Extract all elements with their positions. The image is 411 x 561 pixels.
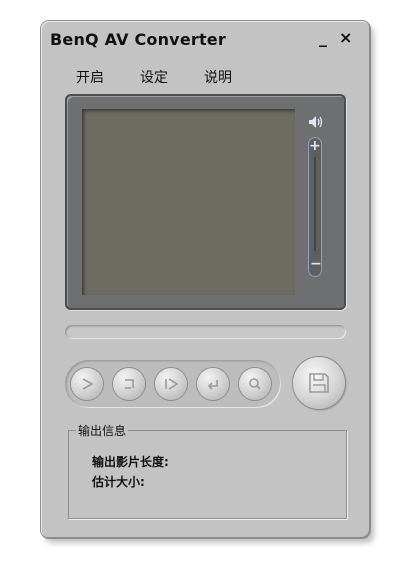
floppy-icon — [309, 373, 329, 393]
volume-groove — [314, 157, 316, 251]
speaker-icon[interactable] — [308, 115, 324, 129]
output-length-label: 输出影片长度: — [92, 455, 169, 469]
video-frame: + − — [65, 94, 346, 310]
search-button[interactable] — [239, 368, 271, 400]
output-info-group: 输出信息 输出影片长度: 估计大小: — [68, 422, 347, 519]
next-icon — [165, 378, 179, 390]
stop-button[interactable] — [113, 368, 145, 400]
menu-item-settings[interactable]: 设定 — [140, 67, 168, 87]
volume-up-icon[interactable]: + — [309, 139, 321, 153]
playback-controls — [65, 360, 281, 408]
volume-panel: + − — [299, 109, 333, 295]
close-button[interactable]: × — [339, 28, 352, 47]
volume-down-icon[interactable]: − — [310, 257, 322, 271]
menu-item-open[interactable]: 开启 — [76, 67, 104, 87]
play-icon — [82, 378, 94, 390]
window-title: BenQ AV Converter — [50, 30, 226, 49]
save-button[interactable] — [293, 357, 345, 409]
menu-item-help[interactable]: 说明 — [204, 67, 232, 87]
back-button[interactable] — [197, 368, 229, 400]
estimated-size-label: 估计大小: — [92, 475, 145, 489]
stop-icon — [125, 379, 134, 389]
output-info-title: 输出信息 — [76, 422, 129, 439]
next-button[interactable] — [155, 368, 187, 400]
progress-bar[interactable] — [65, 325, 346, 339]
play-button[interactable] — [71, 368, 103, 400]
minimize-button[interactable]: _ — [319, 28, 327, 47]
video-preview — [82, 109, 295, 295]
app-window: BenQ AV Converter _ × 开启 设定 说明 + − 输出信息 … — [41, 21, 370, 538]
search-icon — [249, 378, 261, 390]
menu-bar: 开启 设定 说明 — [76, 67, 232, 87]
back-icon — [207, 380, 218, 390]
volume-slider[interactable]: + − — [308, 137, 322, 277]
